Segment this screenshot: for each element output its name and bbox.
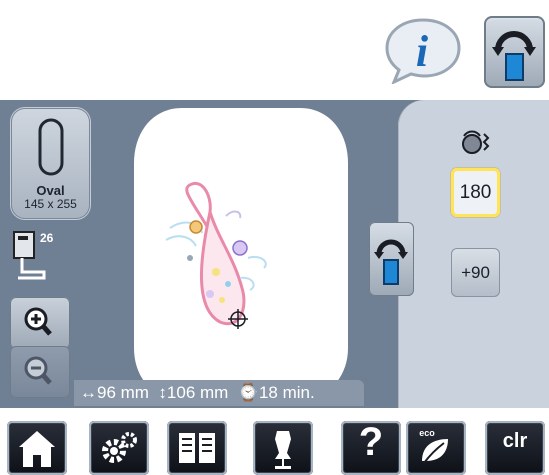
rotate-button-top[interactable] [484,16,545,88]
zoom-out-button[interactable] [10,346,70,398]
rotate-pattern-button[interactable] [369,222,414,296]
hoop-name: Oval [36,183,65,198]
settings-button[interactable] [89,421,149,475]
rotate-180-button[interactable]: 180 [451,168,500,217]
design-width: ↔96 mm [80,383,149,402]
help-icon: ? [358,420,384,464]
zoom-in-button[interactable] [10,297,70,349]
hoop-area[interactable] [130,108,352,406]
presser-foot-number: 26 [40,231,54,245]
stitch-time: ⌚18 min. [237,383,315,402]
svg-text:i: i [416,27,429,76]
settings-icon [102,432,137,463]
hoop-size: 145 x 255 [24,197,77,211]
home-button[interactable] [7,421,67,475]
rotate-pattern-icon [492,31,536,81]
info-button[interactable]: i [382,14,464,84]
clear-label: clr [502,430,528,452]
home-icon [19,431,55,467]
book-icon [179,433,215,463]
dress-form-icon [275,431,291,469]
tutorial-button[interactable] [167,421,227,475]
status-info: ↔96 mm ↕106 mm ⌚18 min. [80,383,315,403]
creative-consultant-button[interactable] [253,421,313,475]
rotate-pattern-icon [374,239,408,285]
thread-sensor-icon [462,130,490,154]
oval-hoop-icon [38,118,64,176]
rotate-plus-90-button[interactable]: +90 [451,248,500,297]
design-height: ↕106 mm [158,383,229,402]
zoom-out-icon [24,356,52,385]
zoom-in-icon [24,307,52,336]
eco-label: eco [419,428,435,438]
